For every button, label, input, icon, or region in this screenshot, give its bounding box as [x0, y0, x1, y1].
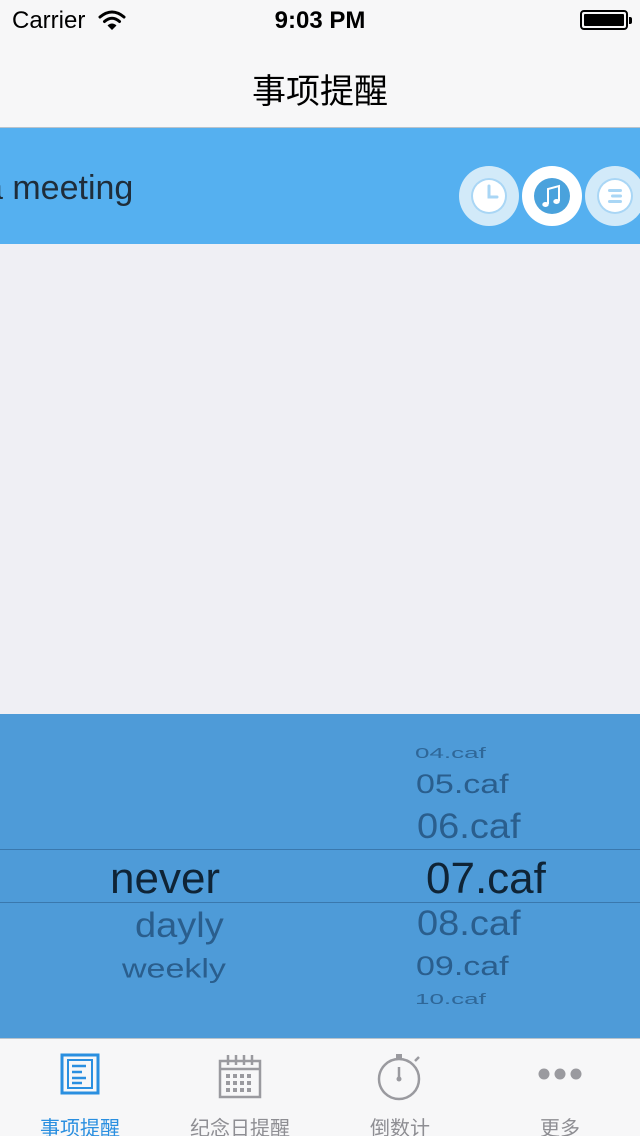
tab-label: 纪念日提醒	[190, 1118, 290, 1136]
stopwatch-icon	[375, 1053, 425, 1106]
picker-sound-option[interactable]: 04.caf	[415, 745, 486, 762]
clock-icon	[473, 180, 505, 212]
tab-countdown[interactable]: 倒数计	[320, 1039, 480, 1136]
picker-sound-option[interactable]: 06.caf	[417, 808, 521, 848]
tab-label: 更多	[540, 1118, 580, 1136]
sound-setting-button[interactable]	[522, 166, 582, 226]
picker-sound-option[interactable]: 10.caf	[415, 991, 486, 1008]
picker-sound-option[interactable]: 09.caf	[416, 951, 509, 982]
task-title: a meeting	[0, 169, 134, 207]
task-banner[interactable]: a meeting	[0, 128, 640, 244]
picker-repeat-option[interactable]: weekly	[122, 954, 226, 984]
tab-label: 倒数计	[370, 1118, 430, 1136]
tab-more[interactable]: 更多	[480, 1039, 640, 1136]
top-bar: Carrier 9:03 PM 事项提醒	[0, 0, 640, 128]
more-dots-icon	[537, 1067, 583, 1086]
battery-icon	[580, 10, 632, 30]
picker-view[interactable]: never dayly weekly 04.caf 05.caf 06.caf …	[0, 714, 640, 1038]
list-icon	[599, 180, 631, 212]
picker-sound-option[interactable]: 05.caf	[416, 769, 509, 800]
clock-time: 9:03 PM	[274, 7, 366, 34]
time-setting-button[interactable]	[459, 166, 519, 226]
tab-reminders[interactable]: 事项提醒	[0, 1039, 160, 1136]
tab-label: 事项提醒	[40, 1118, 120, 1136]
tab-anniversary[interactable]: 纪念日提醒	[160, 1039, 320, 1136]
page-title: 事项提醒	[252, 73, 388, 111]
reminder-list-icon	[60, 1053, 100, 1100]
tab-bar: 事项提醒 纪念日提醒 倒数计 更多	[0, 1038, 640, 1136]
picker-repeat-selected[interactable]: never	[110, 854, 220, 904]
status-bar: Carrier 9:03 PM	[0, 0, 640, 40]
calendar-icon	[218, 1053, 262, 1104]
screen: Carrier 9:03 PM 事项提醒 a meeting	[0, 0, 640, 1136]
detail-setting-button[interactable]	[585, 166, 640, 226]
picker-repeat-option[interactable]: dayly	[135, 907, 224, 947]
picker-sound-option[interactable]: 08.caf	[417, 905, 521, 945]
music-note-icon	[542, 184, 560, 207]
picker-sound-selected[interactable]: 07.caf	[426, 854, 546, 904]
